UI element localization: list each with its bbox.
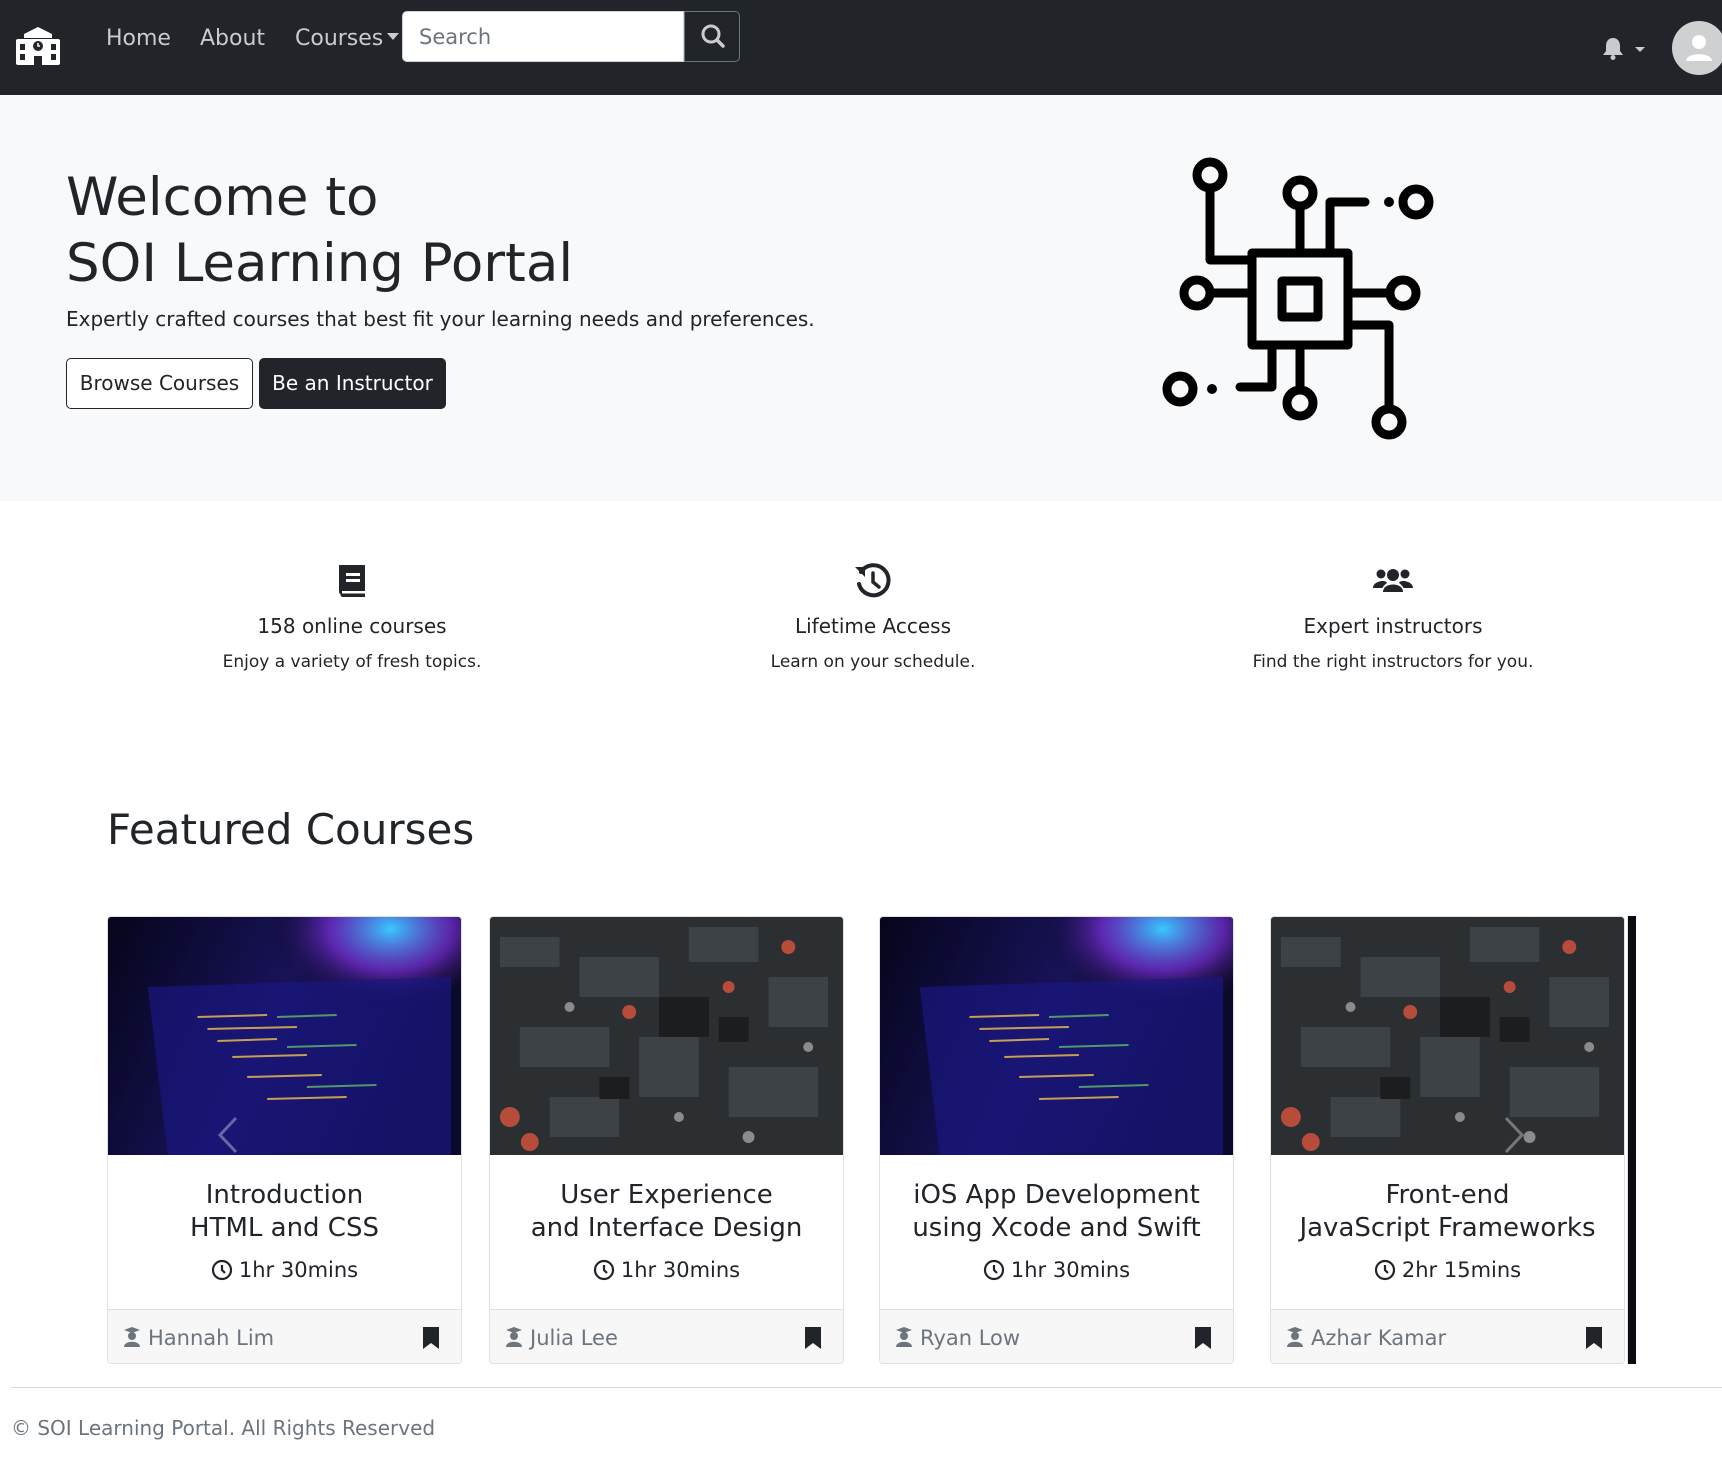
bell-icon	[1603, 38, 1623, 60]
feature-title: Expert instructors	[1303, 614, 1483, 638]
instructor-icon	[896, 1327, 912, 1347]
carousel-prev-icon[interactable]	[208, 1110, 248, 1160]
instructor-icon	[124, 1327, 140, 1347]
instructor-icon	[506, 1327, 522, 1347]
hero-title-line1: Welcome to	[66, 167, 379, 228]
feature-title: 158 online courses	[257, 614, 447, 638]
hero-title: Welcome to SOI Learning Portal	[66, 165, 866, 297]
course-instructor-name: Ryan Low	[920, 1326, 1021, 1350]
user-avatar[interactable]	[1672, 21, 1722, 75]
course-duration-text: 1hr 30mins	[620, 1258, 741, 1282]
bookmark-icon[interactable]	[1584, 1326, 1604, 1350]
bookmark-icon[interactable]	[1193, 1326, 1213, 1350]
circuit-chip-icon	[1162, 157, 1434, 440]
course-title-line1: iOS App Development	[913, 1180, 1200, 1210]
clock-icon	[1374, 1259, 1395, 1281]
footer-copyright: © SOI Learning Portal. All Rights Reserv…	[11, 1416, 436, 1440]
course-title-line2: and Interface Design	[530, 1213, 803, 1243]
be-instructor-button[interactable]: Be an Instructor	[259, 358, 446, 409]
course-card[interactable]: Introduction HTML and CSS 1hr 30mins Han…	[107, 916, 462, 1364]
featured-courses-title: Featured Courses	[107, 805, 475, 854]
circuit-board-image	[1271, 917, 1624, 1155]
course-title[interactable]: Introduction HTML and CSS	[108, 1179, 461, 1245]
search-icon	[701, 24, 725, 48]
course-duration: 2hr 15mins	[1271, 1258, 1624, 1282]
course-instructor: Azhar Kamar	[1285, 1326, 1446, 1350]
caret-down-icon	[1635, 47, 1645, 52]
hero-subtitle: Expertly crafted courses that best fit y…	[66, 307, 815, 331]
clock-icon	[593, 1259, 614, 1281]
footer-divider	[11, 1387, 1722, 1388]
course-title-line1: User Experience	[560, 1180, 773, 1210]
navbar: Home About Courses	[0, 0, 1722, 95]
nav-home-link[interactable]: Home	[106, 24, 171, 54]
clock-icon	[983, 1259, 1004, 1281]
feature-description: Enjoy a variety of fresh topics.	[222, 652, 482, 672]
course-title[interactable]: Front-end JavaScript Frameworks	[1271, 1179, 1624, 1245]
notifications-dropdown[interactable]	[1600, 36, 1646, 62]
nav-about-link[interactable]: About	[200, 24, 265, 54]
browse-courses-button[interactable]: Browse Courses	[66, 358, 253, 409]
course-instructor-name: Julia Lee	[530, 1326, 618, 1350]
course-card[interactable]: User Experience and Interface Design 1hr…	[489, 916, 844, 1364]
caret-down-icon	[387, 32, 400, 40]
feature-expert-instructors: Expert instructors Find the right instru…	[1133, 560, 1653, 672]
course-duration-text: 1hr 30mins	[238, 1258, 359, 1282]
search-input[interactable]	[402, 11, 684, 62]
course-title-line2: JavaScript Frameworks	[1299, 1213, 1596, 1243]
laptop-code-image	[108, 917, 461, 1155]
history-icon	[855, 563, 891, 598]
nav-courses-dropdown[interactable]: Courses	[295, 24, 400, 54]
feature-description: Learn on your schedule.	[770, 652, 976, 672]
course-instructor-name: Hannah Lim	[148, 1326, 275, 1350]
course-card[interactable]: Front-end JavaScript Frameworks 2hr 15mi…	[1270, 916, 1625, 1364]
course-card-footer: Julia Lee	[490, 1309, 843, 1363]
user-icon	[1686, 35, 1712, 61]
feature-title: Lifetime Access	[794, 614, 952, 638]
course-duration: 1hr 30mins	[490, 1258, 843, 1282]
course-duration-text: 1hr 30mins	[1010, 1258, 1131, 1282]
circuit-board-image	[490, 917, 843, 1155]
course-title-line1: Front-end	[1385, 1180, 1510, 1210]
course-duration: 1hr 30mins	[880, 1258, 1233, 1282]
course-instructor: Ryan Low	[894, 1326, 1020, 1350]
course-card[interactable]: iOS App Development using Xcode and Swif…	[879, 916, 1234, 1364]
course-title-line2: HTML and CSS	[190, 1213, 379, 1243]
course-title[interactable]: User Experience and Interface Design	[490, 1179, 843, 1245]
feature-courses: 158 online courses Enjoy a variety of fr…	[92, 560, 612, 672]
clock-icon	[211, 1259, 232, 1281]
carousel-next-icon[interactable]	[1494, 1110, 1534, 1160]
course-title[interactable]: iOS App Development using Xcode and Swif…	[880, 1179, 1233, 1245]
course-card-footer: Hannah Lim	[108, 1309, 461, 1363]
course-instructor-name: Azhar Kamar	[1311, 1326, 1447, 1350]
nav-courses-label: Courses	[295, 26, 384, 51]
next-card-edge	[1627, 916, 1636, 1364]
course-instructor: Hannah Lim	[122, 1326, 274, 1350]
laptop-code-image	[880, 917, 1233, 1155]
instructor-icon	[1287, 1327, 1303, 1347]
course-card-footer: Ryan Low	[880, 1309, 1233, 1363]
bookmark-icon[interactable]	[803, 1326, 823, 1350]
search-button[interactable]	[684, 11, 740, 62]
users-icon	[1373, 569, 1413, 592]
hero-section: Welcome to SOI Learning Portal Expertly …	[0, 95, 1722, 501]
course-title-line1: Introduction	[205, 1180, 364, 1210]
course-duration-text: 2hr 15mins	[1401, 1258, 1522, 1282]
book-icon	[339, 565, 365, 597]
hero-title-line2: SOI Learning Portal	[66, 233, 574, 294]
feature-lifetime-access: Lifetime Access Learn on your schedule.	[613, 560, 1133, 672]
course-duration: 1hr 30mins	[108, 1258, 461, 1282]
course-card-footer: Azhar Kamar	[1271, 1309, 1624, 1363]
course-instructor: Julia Lee	[504, 1326, 618, 1350]
feature-description: Find the right instructors for you.	[1252, 652, 1534, 672]
bookmark-icon[interactable]	[421, 1326, 441, 1350]
school-logo-icon[interactable]	[14, 26, 62, 66]
course-title-line2: using Xcode and Swift	[912, 1213, 1201, 1243]
